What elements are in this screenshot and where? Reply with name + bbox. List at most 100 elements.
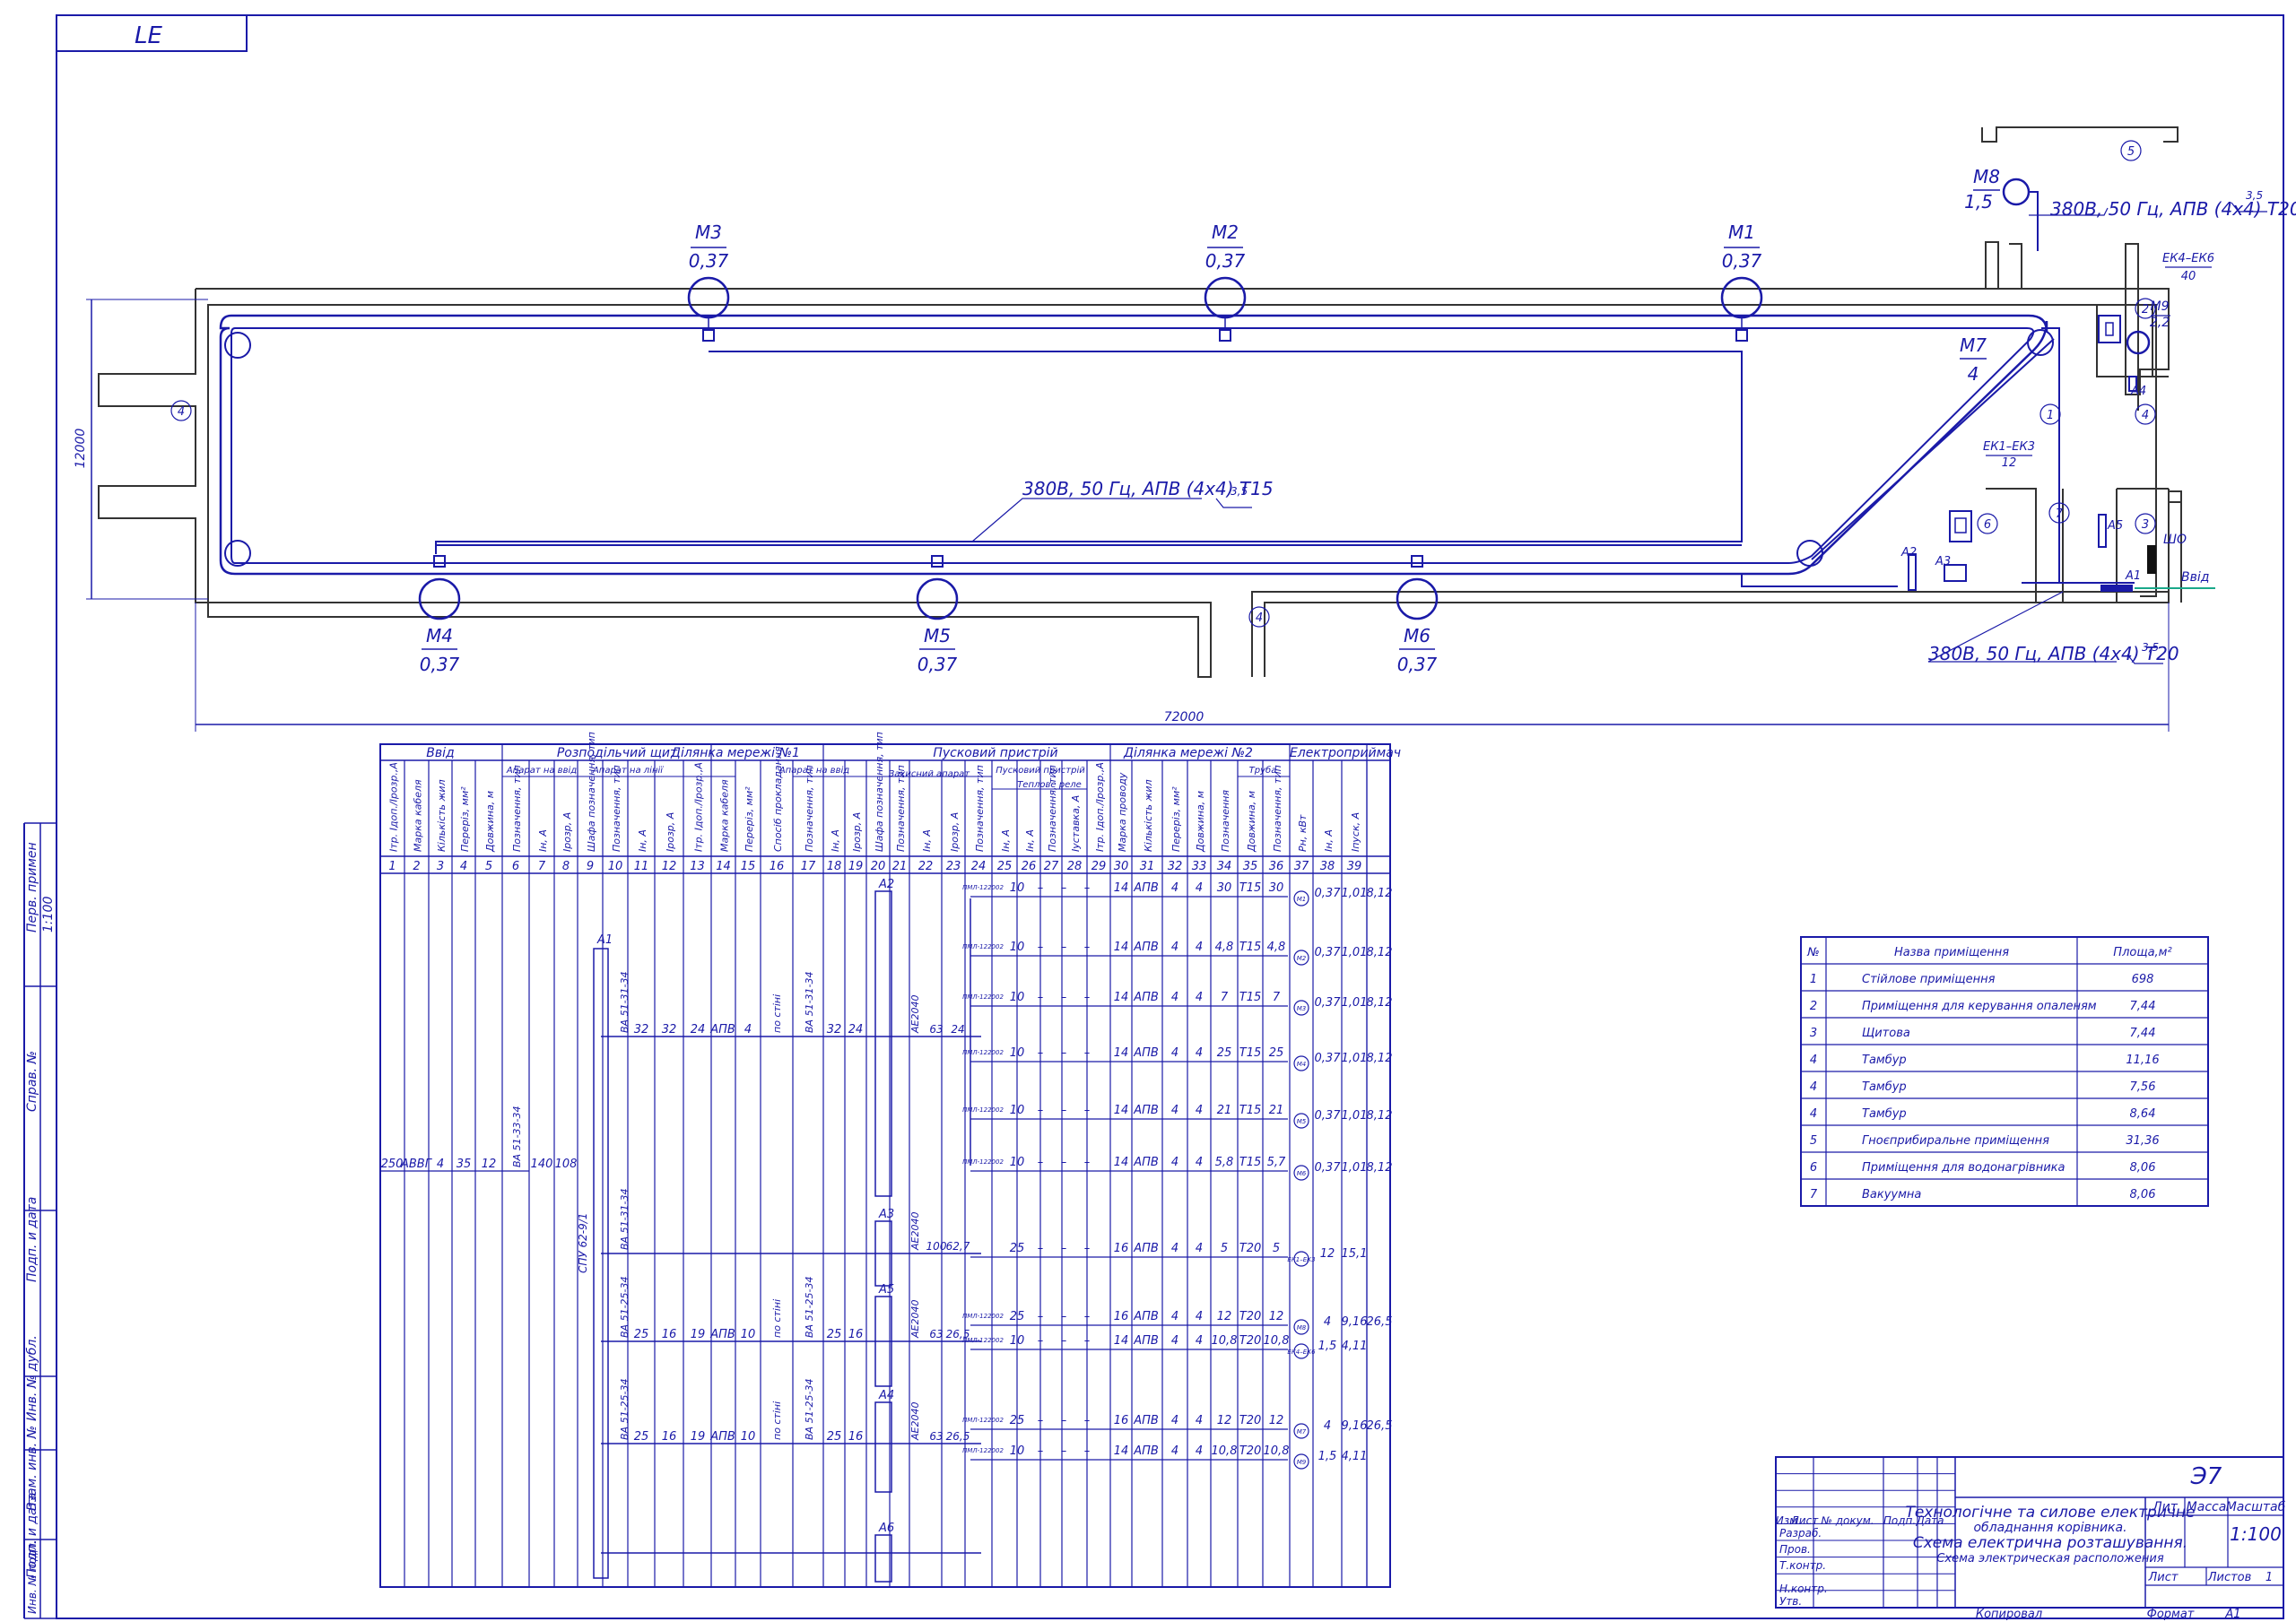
feeder-right <box>1741 327 2135 587</box>
column-number: 3 <box>437 860 444 873</box>
column-number: 14 <box>716 860 731 873</box>
cell: 4 <box>1196 941 1203 954</box>
cell: 32 <box>634 1023 649 1037</box>
cell: 10 <box>1010 1334 1025 1348</box>
cell: 4 <box>1171 1310 1178 1323</box>
cell: Т20 <box>1239 1414 1261 1427</box>
rooms-cell: 1 <box>1810 973 1817 986</box>
cell: – <box>1061 991 1067 1004</box>
section-breaker: ВА 51-31-34 <box>619 1189 631 1251</box>
device-label: А3 <box>1935 555 1951 568</box>
floor-plan: M3 0,37 M2 0,37 M1 0,37 M4 0,37 M5 0,37 M6 0,37 M7 4 M… <box>74 126 2296 732</box>
title-code: Э7 <box>2190 1463 2222 1490</box>
cell: 4 <box>1196 1156 1203 1169</box>
column-header: Позначення, тип <box>511 765 523 852</box>
motor-power: 0,37 <box>1205 250 1246 272</box>
cell: 21 <box>1269 1104 1284 1117</box>
panel-sho <box>2147 545 2156 574</box>
rooms-cell: 8,06 <box>2130 1188 2156 1201</box>
cell: 10 <box>1010 1156 1025 1169</box>
column-header: Ірозр, А <box>665 812 676 852</box>
cell: 26,5 <box>946 1430 970 1443</box>
device-label: А4 <box>2130 385 2146 398</box>
title-person: Утв. <box>1779 1595 1802 1608</box>
column-number: 1 <box>388 860 396 873</box>
cell: – <box>1061 1242 1067 1255</box>
rooms-header: Назва приміщення <box>1894 946 2009 959</box>
cell: 25 <box>827 1430 842 1444</box>
cell: 8,12 <box>1367 1161 1393 1175</box>
cell: – <box>1038 1242 1044 1255</box>
cell: 4 <box>1171 991 1178 1004</box>
column-header: Марка кабеля <box>413 779 424 852</box>
cell: 0,37 <box>1315 1161 1342 1175</box>
cell: 63 <box>929 1023 943 1036</box>
motor-symbol <box>687 276 730 319</box>
column-header: Ітр. Ідоп./Ірозр.,А <box>1094 762 1106 852</box>
cell-load: М9 <box>1297 1459 1307 1466</box>
column-header: Довжина, м <box>1246 791 1257 853</box>
cell: 14 <box>1114 1334 1129 1348</box>
motor-power: 0,37 <box>689 250 729 272</box>
cell: 4 <box>1324 1419 1331 1433</box>
column-number: 22 <box>918 860 934 873</box>
motor-label: M5 <box>924 625 951 646</box>
cell: – <box>1038 1046 1044 1060</box>
title-text: 1 <box>2266 1571 2273 1584</box>
cell: 4 <box>437 1158 444 1171</box>
cell: – <box>1038 881 1044 895</box>
cell: АПВ <box>709 1023 735 1037</box>
motor-symbol <box>916 577 959 620</box>
motor-box <box>1219 329 1231 342</box>
cell: АПВ <box>1133 1104 1159 1117</box>
heater-core <box>2105 322 2114 336</box>
cell: 10 <box>1010 1046 1025 1060</box>
cell: – <box>1061 1104 1067 1117</box>
rooms-cell: Приміщення для керування опаленям <box>1862 1000 2097 1013</box>
cell: 4 <box>1196 1414 1203 1427</box>
motor-power: 0,37 <box>1397 654 1438 675</box>
column-number: 36 <box>1269 860 1284 873</box>
cell: АПВ <box>1133 1444 1159 1458</box>
cell: 4 <box>1196 1242 1203 1255</box>
title-text: Схема электрическая расположения <box>1936 1552 2164 1566</box>
title-text: Лит <box>2152 1500 2179 1514</box>
cell: 4 <box>1196 1046 1203 1060</box>
cell: 0,37 <box>1315 1109 1342 1123</box>
column-header: Іуставка, А <box>1070 795 1082 852</box>
cell: 62,7 <box>946 1240 970 1253</box>
cell: – <box>1084 1242 1091 1255</box>
cell: 14 <box>1114 1156 1129 1169</box>
cell: 0,37 <box>1315 887 1342 900</box>
stamp-label: Инв. № подл. <box>26 1540 39 1614</box>
motor-box <box>702 329 715 342</box>
wall-outer <box>98 243 2170 603</box>
cell: – <box>1061 881 1067 895</box>
cell: 4 <box>1171 1156 1178 1169</box>
column-header: Ірозр, А <box>851 812 863 852</box>
cabinet-a6 <box>874 1534 892 1583</box>
group-title: Ділянка мережі №2 <box>1123 746 1253 760</box>
heater-box <box>2098 315 2121 343</box>
motor-box <box>1411 555 1423 568</box>
title-text: Листов <box>2207 1571 2252 1584</box>
cell-starter: ПМЛ-122002 <box>962 1337 1004 1344</box>
motor-box <box>1735 329 1748 342</box>
rooms-cell: 7 <box>1810 1188 1818 1201</box>
column-number: 27 <box>1044 860 1059 873</box>
column-number: 15 <box>741 860 756 873</box>
column-header: Шафа позначення, тип <box>874 732 885 852</box>
motor-label: M3 <box>695 221 722 243</box>
cell: 10,8 <box>1212 1444 1238 1458</box>
rooms-cell: Гноєприбиральне приміщення <box>1862 1134 2049 1148</box>
column-number: 6 <box>512 860 519 873</box>
cell-starter: ПМЛ-122002 <box>962 1417 1004 1424</box>
motor-symbol <box>1396 577 1439 620</box>
cell: 14 <box>1114 1104 1129 1117</box>
cell: 7 <box>1221 991 1229 1004</box>
cell-load: ЕК4–ЕК6 <box>1287 1349 1316 1356</box>
group-title: Ввід <box>426 746 454 760</box>
cell: 9,16 <box>1342 1315 1368 1329</box>
cell: 15,1 <box>1342 1247 1368 1261</box>
column-number: 35 <box>1243 860 1258 873</box>
